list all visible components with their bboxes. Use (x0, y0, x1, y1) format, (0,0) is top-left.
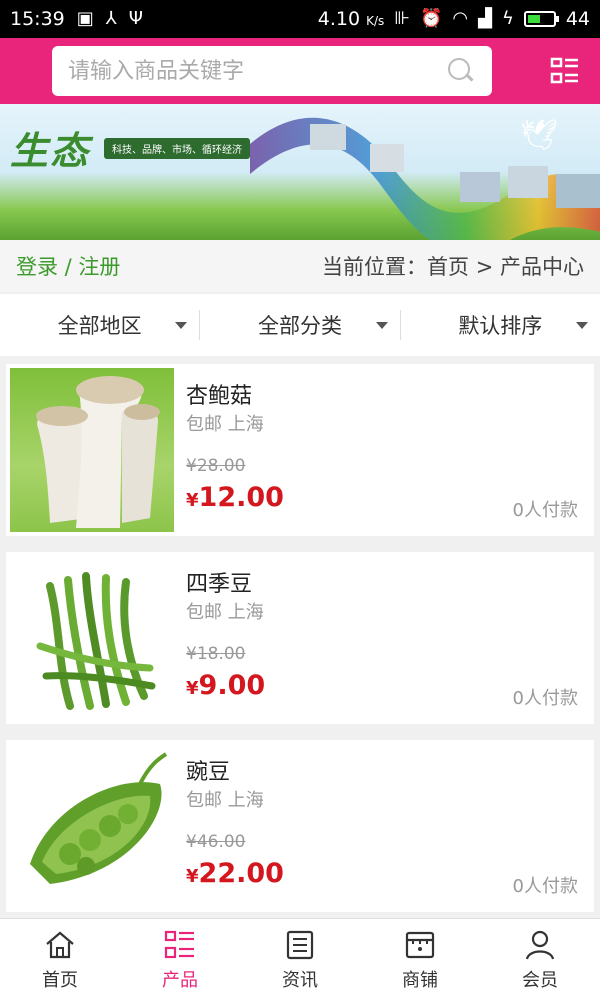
product-image[interactable] (10, 368, 174, 532)
product-grid-icon (164, 930, 194, 958)
alarm-icon: ⏰ (419, 8, 443, 29)
filter-label: 默认排序 (458, 314, 543, 338)
search-input[interactable] (68, 58, 446, 84)
tab-home[interactable]: 首页 (0, 919, 120, 1000)
product-name[interactable]: 杏鲍菇 (186, 378, 252, 410)
product-card[interactable]: 杏鲍菇 包邮 上海 ¥28.00 ¥12.00 0人付款 (6, 364, 594, 536)
product-buyers: 0人付款 (512, 500, 578, 521)
tab-label: 资讯 (282, 969, 318, 991)
filter-label: 全部分类 (257, 314, 342, 338)
promo-banner[interactable]: 生态 科技、品牌、市场、循环经济 🕊 (0, 104, 600, 240)
battery-icon (523, 11, 559, 27)
tab-label: 会员 (522, 969, 558, 991)
login-register-link[interactable]: 登录 / 注册 (16, 251, 120, 281)
product-price: ¥12.00 (186, 482, 284, 513)
tab-member[interactable]: 会员 (480, 919, 600, 1000)
product-price: ¥9.00 (186, 670, 266, 701)
filter-bar: 全部地区 全部分类 默认排序 (0, 294, 600, 356)
chevron-down-icon (175, 322, 188, 329)
status-bar: 15:39 ▣ ⅄ Ψ 4.10 K/s ⊪ ⏰ ◠ ▟ ϟ 44 (0, 0, 600, 38)
product-shipping: 包邮 上海 (186, 790, 264, 811)
home-icon (46, 931, 74, 958)
filter-label: 全部地区 (57, 314, 142, 338)
user-icon (525, 930, 555, 959)
tab-products[interactable]: 产品 (120, 919, 240, 1000)
share-icon: ⅄ (105, 8, 117, 29)
tab-label: 产品 (162, 969, 198, 991)
breadcrumb-bar: 登录 / 注册 当前位置：首页 > 产品中心 (0, 240, 600, 292)
search-box[interactable] (52, 46, 492, 96)
signal-icon: ▟ (478, 8, 492, 29)
tab-news[interactable]: 资讯 (240, 919, 360, 1000)
list-grid-icon (550, 57, 578, 84)
charging-icon: ϟ (501, 8, 514, 29)
chevron-down-icon (375, 322, 388, 329)
filter-category[interactable]: 全部分类 (199, 310, 399, 340)
product-original-price: ¥18.00 (186, 644, 246, 664)
tab-label: 首页 (42, 969, 78, 991)
product-card[interactable]: 豌豆 包邮 上海 ¥46.00 ¥22.00 0人付款 (6, 740, 594, 912)
category-menu-button[interactable] (550, 56, 580, 86)
product-shipping: 包邮 上海 (186, 602, 264, 623)
filter-sort[interactable]: 默认排序 (399, 310, 600, 340)
banner-tagline: 科技、品牌、市场、循环经济 (104, 138, 250, 159)
product-shipping: 包邮 上海 (186, 414, 264, 435)
wifi-icon: ◠ (452, 8, 469, 29)
shop-icon (405, 931, 435, 958)
usb-icon: Ψ (128, 8, 143, 29)
news-icon (286, 930, 314, 959)
image-icon: ▣ (76, 8, 94, 29)
product-name[interactable]: 豌豆 (186, 754, 230, 786)
tab-label: 商铺 (402, 969, 438, 991)
product-buyers: 0人付款 (512, 876, 578, 897)
chevron-down-icon (575, 322, 588, 329)
filter-region[interactable]: 全部地区 (0, 310, 199, 340)
tab-shops[interactable]: 商铺 (360, 919, 480, 1000)
breadcrumb: 当前位置：首页 > 产品中心 (322, 255, 584, 279)
network-speed: 4.10 K/s (317, 8, 385, 30)
app-header (0, 38, 600, 104)
product-image[interactable] (10, 744, 174, 908)
status-time: 15:39 (10, 8, 65, 30)
search-icon[interactable] (446, 56, 476, 86)
battery-level: 44 (565, 8, 590, 30)
banner-logo: 生态 (10, 128, 91, 173)
product-original-price: ¥46.00 (186, 832, 246, 852)
product-image[interactable] (10, 556, 174, 720)
bottom-tab-bar: 首页 产品 资讯 商铺 会员 (0, 918, 600, 1000)
product-price: ¥22.00 (186, 858, 284, 889)
product-original-price: ¥28.00 (186, 456, 246, 476)
product-card[interactable]: 四季豆 包邮 上海 ¥18.00 ¥9.00 0人付款 (6, 552, 594, 724)
product-buyers: 0人付款 (512, 688, 578, 709)
dove-icon: 🕊 (520, 118, 559, 153)
vibrate-icon: ⊪ (394, 8, 410, 29)
product-name[interactable]: 四季豆 (186, 566, 252, 598)
